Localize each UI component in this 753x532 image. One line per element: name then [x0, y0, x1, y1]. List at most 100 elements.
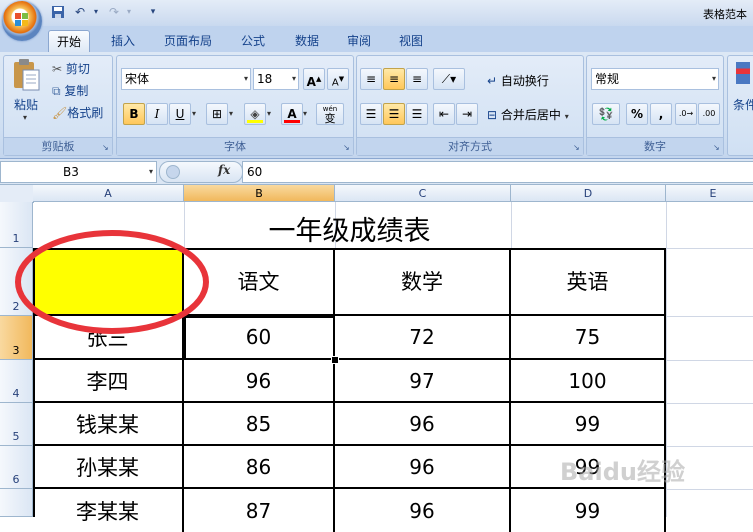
paste-button[interactable]: 粘贴	[14, 96, 38, 113]
dialog-launcher-icon[interactable]: ↘	[102, 144, 110, 152]
score-cell[interactable]: 96	[335, 446, 511, 489]
font-size-value: 18	[257, 72, 273, 86]
tab-home[interactable]: 开始	[48, 30, 91, 53]
column-header-e[interactable]: E	[666, 185, 753, 202]
header-cell-english[interactable]: 英语	[511, 248, 666, 316]
italic-button[interactable]: I	[146, 103, 168, 125]
name-cell[interactable]: 李某某	[33, 489, 184, 532]
format-painter-button[interactable]: 🖌格式刷	[52, 104, 103, 121]
font-color-dropdown-icon[interactable]: ▾	[303, 109, 307, 118]
name-cell[interactable]: 钱某某	[33, 403, 184, 446]
row-header-7[interactable]	[0, 489, 33, 517]
font-name-select[interactable]: 宋体 ▾	[121, 68, 251, 90]
redo-dropdown-icon[interactable]: ▾	[121, 5, 137, 19]
fill-handle[interactable]	[331, 356, 339, 364]
tab-data[interactable]: 数据	[287, 30, 327, 52]
undo-dropdown-icon[interactable]: ▾	[88, 5, 104, 19]
increase-decimal-icon[interactable]: .0→	[675, 103, 697, 125]
paste-icon[interactable]	[10, 58, 42, 92]
column-header-a[interactable]: A	[33, 185, 184, 202]
score-cell[interactable]: 99	[511, 489, 666, 532]
dialog-launcher-icon[interactable]: ↘	[343, 144, 351, 152]
copy-button[interactable]: ⧉ 复制	[52, 82, 88, 99]
row-header-6[interactable]: 6	[0, 446, 33, 489]
copy-label: 复制	[64, 84, 89, 98]
underline-dropdown-icon[interactable]: ▾	[192, 109, 196, 118]
phonetic-guide-button[interactable]: wén 变	[316, 103, 344, 125]
name-box[interactable]: B3 ▾	[0, 161, 157, 183]
tab-page-layout[interactable]: 页面布局	[156, 30, 220, 52]
score-cell[interactable]: 96	[184, 360, 335, 403]
formula-input[interactable]: 60	[242, 161, 753, 183]
borders-icon[interactable]: ⊞	[206, 103, 228, 125]
score-cell[interactable]: 85	[184, 403, 335, 446]
accounting-format-icon[interactable]: 💱	[592, 103, 620, 125]
fill-color-dropdown-icon[interactable]: ▾	[267, 109, 271, 118]
align-bottom-icon[interactable]: ≡	[406, 68, 428, 90]
row-header-5[interactable]: 5	[0, 403, 33, 446]
redo-icon[interactable]: ↷	[106, 5, 122, 19]
name-cell[interactable]: 孙某某	[33, 446, 184, 489]
number-format-select[interactable]: 常规 ▾	[591, 68, 719, 90]
score-cell[interactable]: 75	[511, 316, 666, 360]
score-cell[interactable]: 87	[184, 489, 335, 532]
tab-formulas[interactable]: 公式	[233, 30, 273, 52]
merge-center-button[interactable]: ⊟ 合并后居中 ▾	[487, 106, 569, 123]
insert-function-button[interactable]: fx	[218, 163, 230, 177]
dialog-launcher-icon[interactable]: ↘	[713, 144, 721, 152]
underline-button[interactable]: U	[169, 103, 191, 125]
formula-value: 60	[247, 165, 263, 179]
chevron-down-icon: ▾	[243, 74, 248, 83]
cut-button[interactable]: ✂ 剪切	[52, 60, 90, 77]
select-all-corner[interactable]	[0, 185, 34, 203]
customize-qat-icon[interactable]: ▾	[145, 5, 161, 19]
column-header-b[interactable]: B	[184, 185, 335, 202]
increase-indent-icon[interactable]: ⇥	[456, 103, 478, 125]
score-cell[interactable]: 96	[335, 489, 511, 532]
office-logo-icon	[15, 13, 28, 26]
align-right-icon[interactable]: ☰	[406, 103, 428, 125]
conditional-formatting-icon[interactable]	[736, 62, 750, 84]
undo-icon[interactable]: ↶	[72, 5, 88, 19]
save-icon[interactable]	[50, 5, 66, 19]
wrap-text-button[interactable]: ↵ 自动换行	[487, 72, 549, 89]
decrease-indent-icon[interactable]: ⇤	[433, 103, 455, 125]
column-header-c[interactable]: C	[335, 185, 511, 202]
font-color-button[interactable]: A	[281, 103, 303, 125]
score-cell[interactable]: 100	[511, 360, 666, 403]
decrease-decimal-icon[interactable]: .00	[698, 103, 720, 125]
tab-review[interactable]: 审阅	[339, 30, 379, 52]
score-cell[interactable]: 99	[511, 403, 666, 446]
score-cell[interactable]: 96	[335, 403, 511, 446]
comma-button[interactable]: ,	[650, 103, 672, 125]
merge-cells-icon: ⊟	[487, 108, 498, 122]
expand-icon[interactable]	[166, 165, 180, 179]
borders-dropdown-icon[interactable]: ▾	[229, 109, 233, 118]
align-middle-icon[interactable]: ≡	[383, 68, 405, 90]
column-header-d[interactable]: D	[511, 185, 666, 202]
conditional-formatting-button[interactable]: 条件	[733, 96, 753, 113]
tab-insert[interactable]: 插入	[103, 30, 143, 52]
score-cell[interactable]: 86	[184, 446, 335, 489]
fill-color-button[interactable]: ◈	[244, 103, 266, 125]
office-button[interactable]	[2, 1, 42, 41]
percent-button[interactable]: %	[626, 103, 648, 125]
grow-font-button[interactable]: A▲	[303, 68, 325, 90]
bold-button[interactable]: B	[123, 103, 145, 125]
score-cell[interactable]: 72	[335, 316, 511, 360]
orientation-icon[interactable]: ⟋▾	[433, 68, 465, 90]
grow-font-label: A	[306, 75, 316, 89]
tab-view[interactable]: 视图	[391, 30, 431, 52]
align-left-icon[interactable]: ☰	[360, 103, 382, 125]
format-painter-label: 格式刷	[67, 106, 104, 120]
shrink-font-button[interactable]: A▼	[327, 68, 349, 90]
score-cell[interactable]: 97	[335, 360, 511, 403]
font-size-select[interactable]: 18 ▾	[253, 68, 299, 90]
name-cell[interactable]: 李四	[33, 360, 184, 403]
header-cell-math[interactable]: 数学	[335, 248, 511, 316]
row-header-4[interactable]: 4	[0, 360, 33, 403]
paste-dropdown-icon[interactable]: ▾	[23, 113, 27, 122]
align-center-icon[interactable]: ☰	[383, 103, 405, 125]
dialog-launcher-icon[interactable]: ↘	[573, 144, 581, 152]
align-top-icon[interactable]: ≡	[360, 68, 382, 90]
